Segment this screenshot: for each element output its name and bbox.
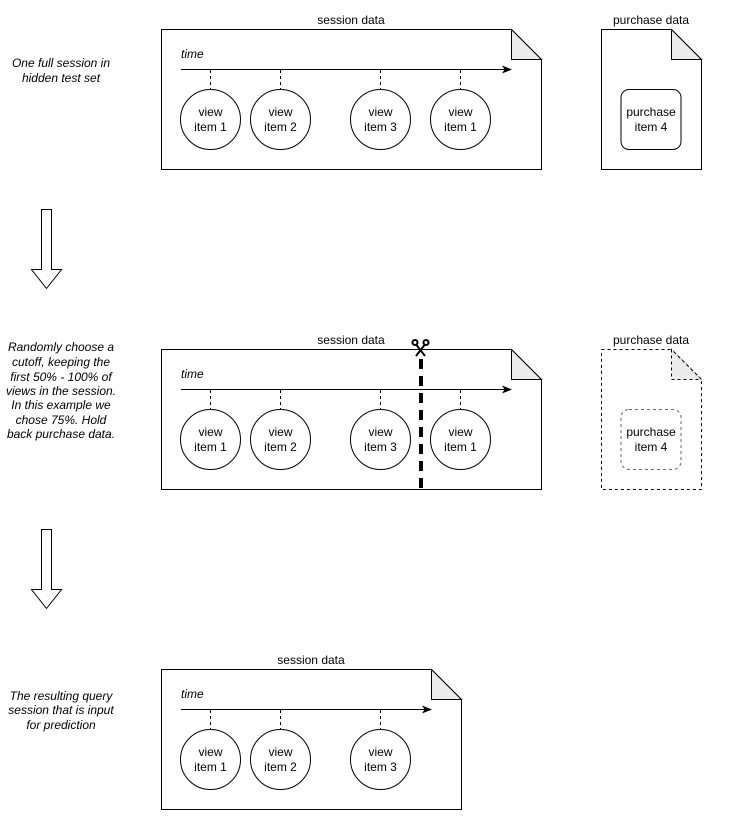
down-arrow-icon [30, 529, 63, 610]
view-text: item 2 [264, 440, 297, 454]
session-data-label: session data [317, 13, 385, 27]
caption-line: session that is input [8, 703, 114, 717]
view-text: item 1 [444, 440, 477, 454]
view-text: item 1 [194, 120, 227, 134]
time-label: time [181, 367, 204, 381]
view-text: view [198, 745, 222, 759]
caption-line: cutoff, keeping the [12, 355, 110, 369]
purchase-text: item 4 [635, 120, 668, 134]
view-text: view [368, 425, 392, 439]
caption-line: views in the session. [6, 384, 116, 398]
time-label: time [181, 687, 204, 701]
purchase-data-label: purchase data [613, 13, 689, 27]
session-data-label: session data [277, 653, 345, 667]
view-text: item 3 [364, 440, 397, 454]
session-data-label: session data [317, 333, 385, 347]
stage-1: One full session in hidden test set sess… [12, 13, 703, 170]
caption-line: first 50% - 100% of [10, 370, 113, 384]
view-text: view [368, 105, 392, 119]
stage-3: The resulting query session that is inpu… [8, 653, 463, 810]
view-text: item 3 [364, 760, 397, 774]
folded-corner [431, 668, 463, 700]
caption-line: In this example we [11, 398, 111, 412]
view-text: item 1 [444, 120, 477, 134]
purchase-data-label: purchase data [613, 333, 689, 347]
caption-line: One full session in [12, 56, 110, 70]
view-text: view [268, 105, 292, 119]
diagram: One full session in hidden test set sess… [6, 13, 703, 810]
folded-corner [511, 348, 543, 380]
view-text: item 3 [364, 120, 397, 134]
caption-line: Randomly choose a [8, 340, 114, 354]
folded-corner [511, 28, 543, 60]
down-arrow-icon [30, 209, 63, 290]
view-text: item 1 [194, 760, 227, 774]
view-text: view [268, 745, 292, 759]
purchase-text: purchase [626, 105, 676, 119]
purchase-text: purchase [626, 425, 676, 439]
caption-line: hidden test set [22, 71, 101, 85]
caption-line: for prediction [26, 718, 96, 732]
folded-corner [671, 348, 703, 380]
view-text: item 2 [264, 760, 297, 774]
caption-line: back purchase data. [7, 427, 115, 441]
time-label: time [181, 47, 204, 61]
view-text: item 2 [264, 120, 297, 134]
view-text: view [448, 425, 472, 439]
view-text: view [198, 425, 222, 439]
purchase-text: item 4 [635, 440, 668, 454]
caption-line: chose 75%. Hold [16, 413, 107, 427]
folded-corner [671, 28, 703, 60]
caption-line: The resulting query [10, 689, 114, 703]
view-text: view [448, 105, 472, 119]
view-text: view [268, 425, 292, 439]
view-text: view [198, 105, 222, 119]
view-text: view [368, 745, 392, 759]
stage-2: Randomly choose a cutoff, keeping the fi… [6, 333, 703, 490]
view-text: item 1 [194, 440, 227, 454]
